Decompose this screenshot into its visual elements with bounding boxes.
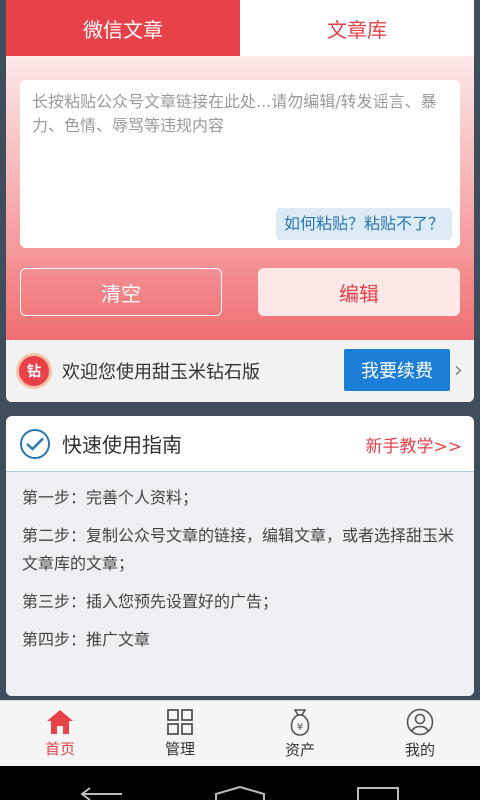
promo-bar: 钻 欢迎您使用甜玉米钻石版 我要续费 › bbox=[6, 340, 474, 402]
main-card: 微信文章 文章库 长按粘贴公众号文章链接在此处...请勿编辑/转发谣言、暴力、色… bbox=[6, 0, 474, 402]
check-circle-icon bbox=[20, 428, 50, 459]
guide-step-1: 第一步：完善个人资料； bbox=[22, 488, 199, 507]
user-icon bbox=[406, 708, 434, 735]
link-input[interactable]: 长按粘贴公众号文章链接在此处...请勿编辑/转发谣言、暴力、色情、辱骂等违规内容… bbox=[20, 80, 460, 248]
home-icon bbox=[47, 709, 73, 734]
tab-wechat-articles[interactable]: 微信文章 bbox=[6, 0, 240, 56]
svg-text:¥: ¥ bbox=[297, 722, 303, 733]
nav-manage-label: 管理 bbox=[164, 739, 195, 758]
clear-button[interactable]: 清空 bbox=[20, 268, 222, 316]
quick-guide-card: 快速使用指南 新手教学>> 第一步：完善个人资料； 第二步：复制公众号文章的链接… bbox=[6, 416, 474, 696]
nav-home[interactable]: 首页 bbox=[0, 701, 120, 766]
guide-steps: 第一步：完善个人资料； 第二步：复制公众号文章的链接，编辑文章，或者选择甜玉米文… bbox=[6, 472, 474, 696]
guide-header: 快速使用指南 新手教学>> bbox=[6, 416, 474, 472]
renew-button[interactable]: 我要续费 bbox=[344, 349, 450, 391]
tab-bar: 微信文章 文章库 bbox=[6, 0, 474, 56]
bottom-nav: 首页 管理 ¥ 资产 我的 bbox=[0, 700, 480, 766]
diamond-badge-icon: 钻 bbox=[16, 353, 52, 389]
money-bag-icon: ¥ bbox=[290, 708, 310, 736]
nav-manage[interactable]: 管理 bbox=[120, 701, 240, 766]
system-nav-bar bbox=[0, 766, 480, 800]
grid-icon bbox=[167, 708, 193, 735]
guide-title: 快速使用指南 bbox=[62, 433, 182, 457]
guide-step-4: 第四步：推广文章 bbox=[22, 630, 151, 649]
paste-help-button[interactable]: 如何粘贴？粘贴不了？ bbox=[275, 208, 452, 240]
link-input-placeholder: 长按粘贴公众号文章链接在此处...请勿编辑/转发谣言、暴力、色情、辱骂等违规内容 bbox=[32, 92, 437, 135]
chevron-right-icon[interactable]: › bbox=[454, 358, 463, 383]
edit-button[interactable]: 编辑 bbox=[258, 268, 460, 316]
editor-panel: 长按粘贴公众号文章链接在此处...请勿编辑/转发谣言、暴力、色情、辱骂等违规内容… bbox=[6, 56, 474, 340]
guide-step-2: 第二步：复制公众号文章的链接，编辑文章，或者选择甜玉米文章库的文章； bbox=[22, 526, 455, 573]
nav-mine-label: 我的 bbox=[404, 740, 435, 759]
back-icon[interactable] bbox=[80, 786, 124, 800]
recent-apps-icon[interactable] bbox=[356, 786, 400, 800]
tutorial-link[interactable]: 新手教学>> bbox=[366, 432, 463, 457]
promo-text: 欢迎您使用甜玉米钻石版 bbox=[62, 362, 260, 383]
tab-article-library[interactable]: 文章库 bbox=[240, 0, 474, 56]
home-button-icon[interactable] bbox=[214, 786, 266, 800]
guide-step-3: 第三步：插入您预先设置好的广告； bbox=[22, 592, 279, 611]
nav-mine[interactable]: 我的 bbox=[360, 701, 480, 766]
nav-assets[interactable]: ¥ 资产 bbox=[240, 701, 360, 766]
nav-home-label: 首页 bbox=[44, 739, 75, 758]
nav-assets-label: 资产 bbox=[284, 740, 315, 759]
